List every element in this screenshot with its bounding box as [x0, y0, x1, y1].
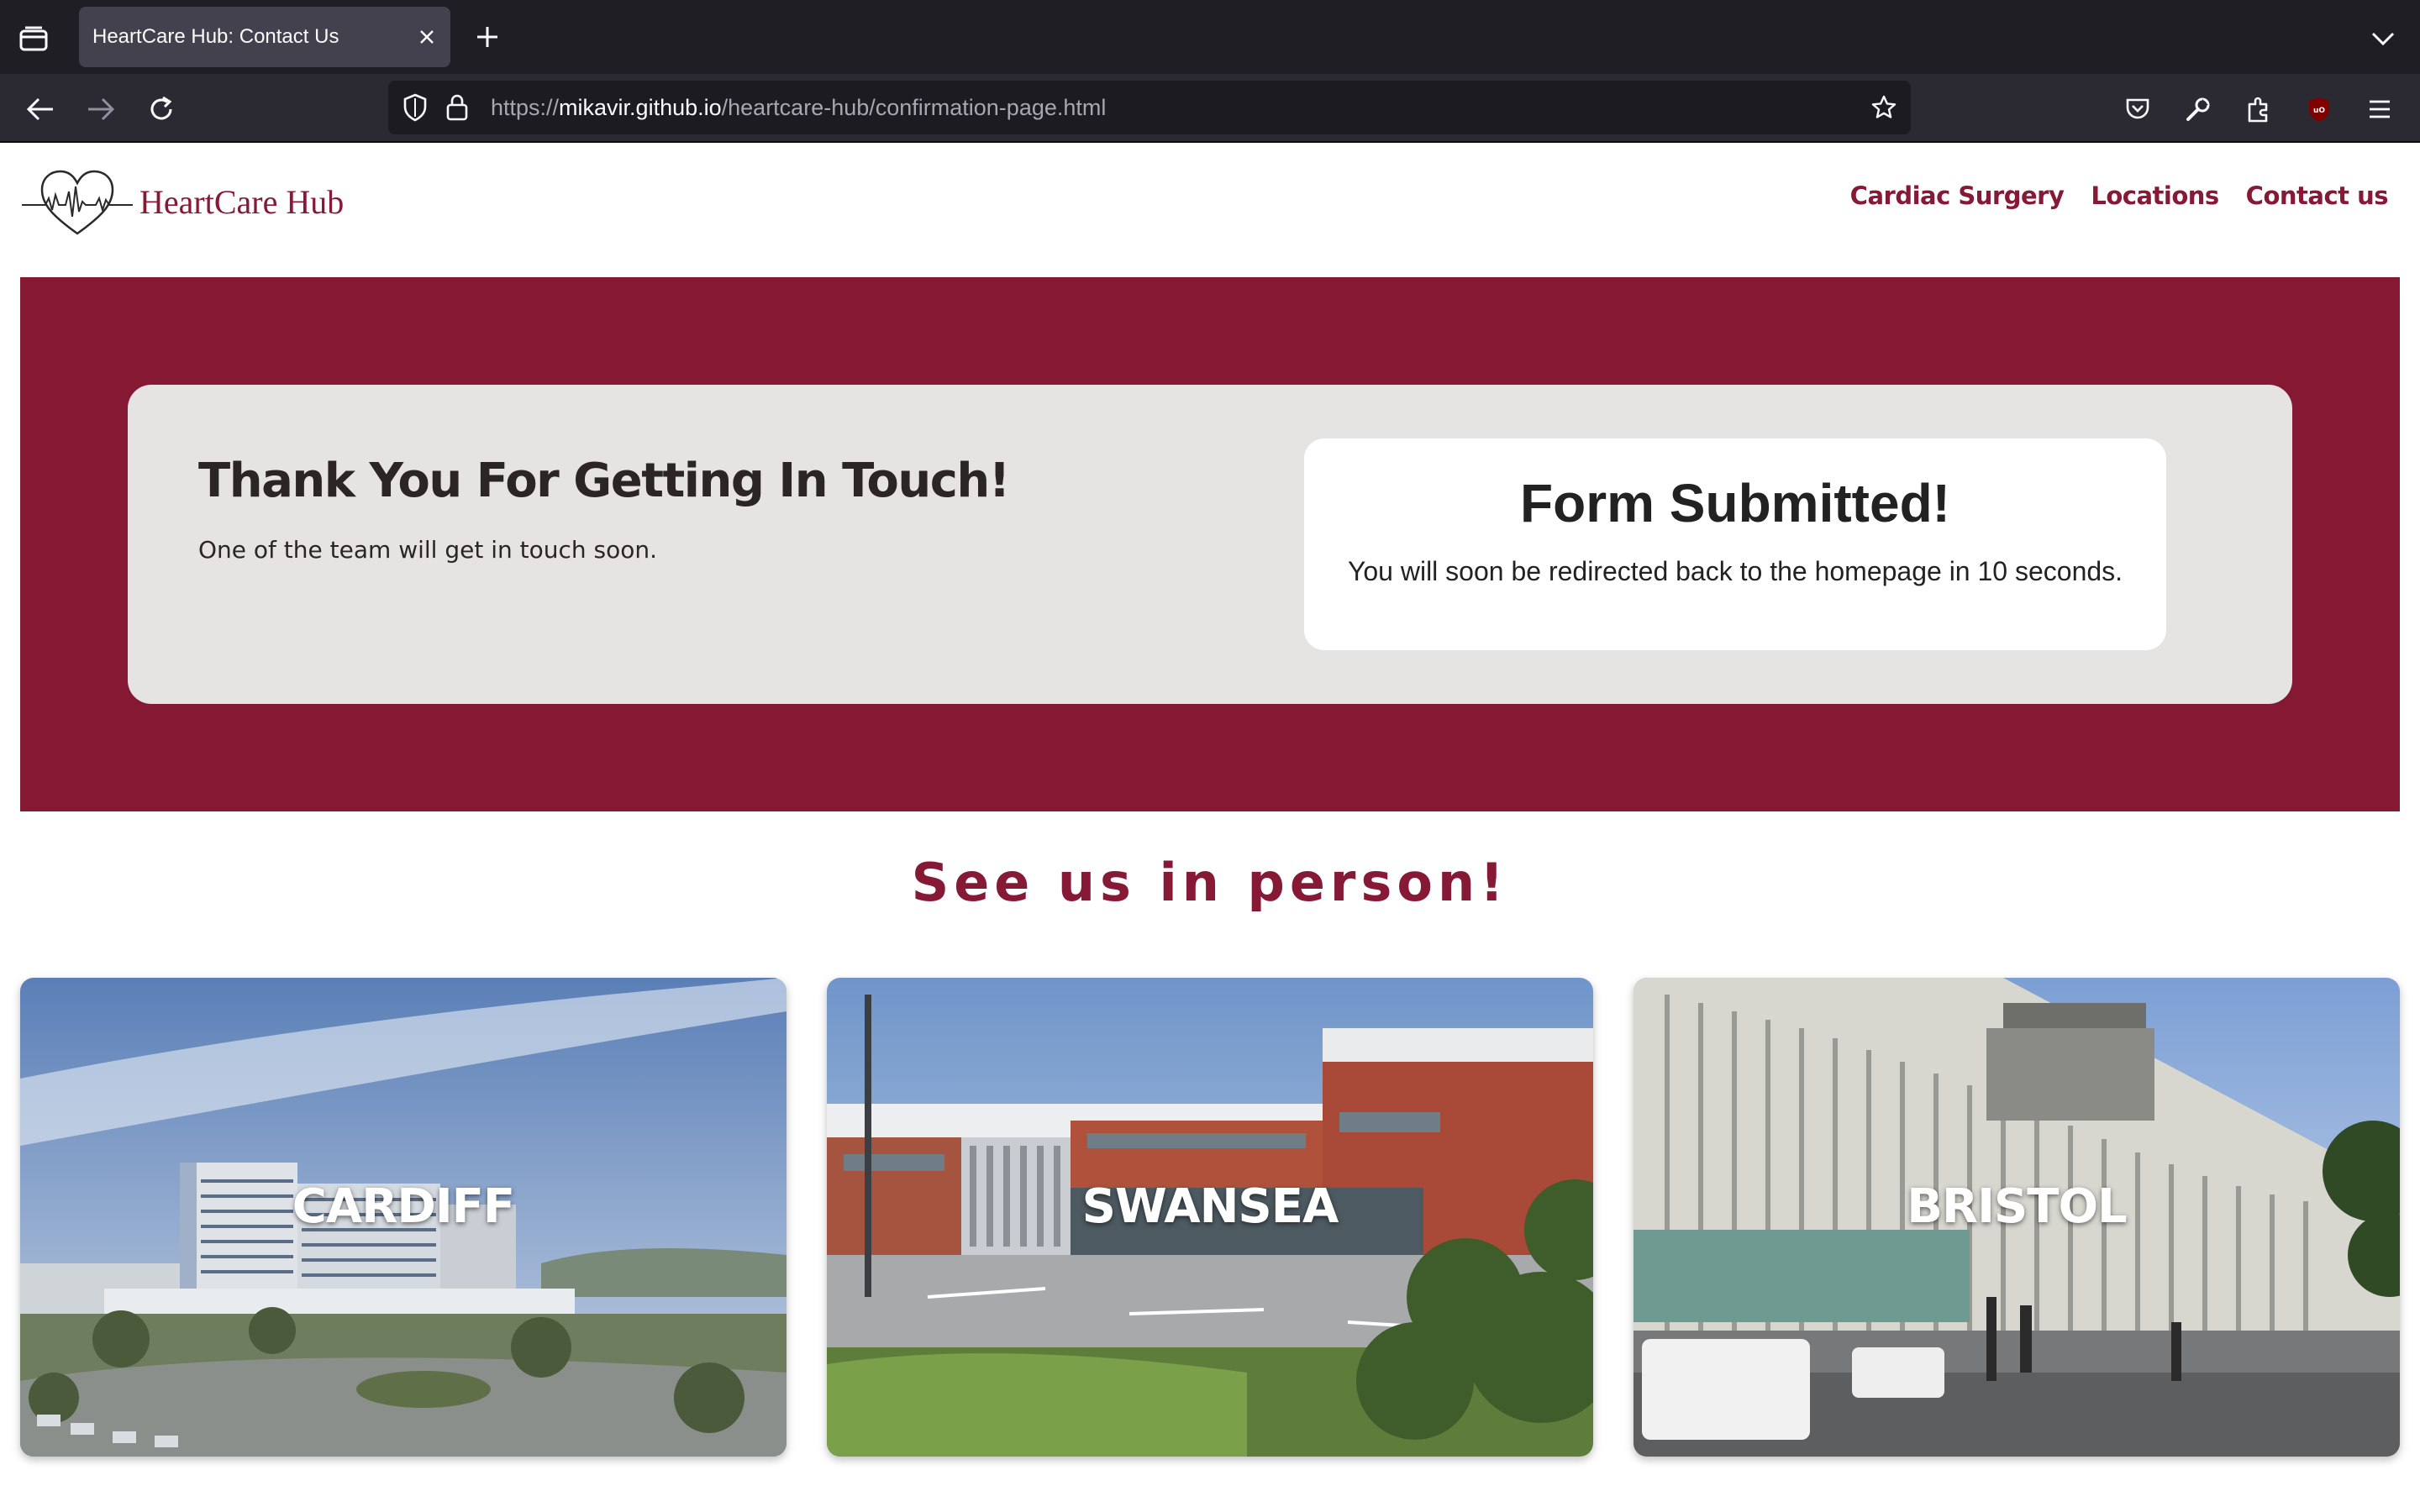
url-scheme: https:// [491, 95, 560, 120]
site-logo[interactable]: HeartCare Hub [20, 161, 356, 242]
forward-arrow-icon[interactable] [81, 89, 121, 129]
wrench-icon[interactable] [2178, 89, 2218, 129]
address-bar[interactable]: https://mikavir.github.io/heartcare-hub/… [388, 81, 1911, 134]
nav-cardiac-surgery[interactable]: Cardiac Surgery [1850, 181, 2065, 210]
site-header: HeartCare Hub Cardiac Surgery Locations … [0, 143, 2420, 277]
extensions-icon[interactable] [2238, 89, 2279, 129]
ublock-shield-icon[interactable]: uO [2299, 89, 2339, 129]
nav-contact-us[interactable]: Contact us [2246, 181, 2389, 210]
site-nav: Cardiac Surgery Locations Contact us [1850, 181, 2389, 210]
form-submitted-title: Form Submitted! [1520, 473, 1950, 533]
heart-ecg-logo-icon [22, 170, 133, 235]
pocket-icon[interactable] [2118, 89, 2158, 129]
location-name-swansea: SWANSEA [1081, 1179, 1339, 1234]
back-arrow-icon[interactable] [20, 89, 60, 129]
url-host: mikavir.github.io [559, 95, 722, 120]
menu-hamburger-icon[interactable] [2360, 89, 2400, 129]
tab-list-icon[interactable] [13, 20, 54, 57]
logo-text: HeartCare Hub [139, 182, 345, 221]
page-subtitle: One of the team will get in touch soon. [198, 536, 658, 564]
location-card-cardiff[interactable]: CARDIFF [20, 978, 786, 1457]
url-path: /heartcare-hub/confirmation-page.html [721, 95, 1107, 120]
tab-title: HeartCare Hub: Contact Us [92, 25, 339, 48]
location-name-bristol: BRISTOL [1907, 1179, 2127, 1234]
close-icon[interactable] [415, 25, 439, 49]
browser-tab-bar: HeartCare Hub: Contact Us [0, 0, 2420, 74]
redirect-message: You will soon be redirected back to the … [1347, 556, 2123, 586]
svg-text:uO: uO [2313, 107, 2325, 115]
url-text[interactable]: https://mikavir.github.io/heartcare-hub/… [491, 81, 1106, 134]
chevron-down-icon[interactable] [2366, 22, 2400, 55]
form-submitted-box: Form Submitted! You will soon be redirec… [1304, 438, 2166, 650]
lock-icon[interactable] [440, 91, 474, 124]
location-name-cardiff: CARDIFF [292, 1179, 515, 1234]
hero-banner: Thank You For Getting In Touch! One of t… [20, 277, 2400, 811]
shield-icon[interactable] [398, 91, 432, 124]
location-card-swansea[interactable]: SWANSEA [827, 978, 1593, 1457]
locations-heading: See us in person! [911, 852, 1509, 913]
confirmation-card: Thank You For Getting In Touch! One of t… [128, 385, 2292, 704]
reload-icon[interactable] [141, 89, 182, 129]
active-tab[interactable]: HeartCare Hub: Contact Us [79, 7, 450, 67]
browser-toolbar: https://mikavir.github.io/heartcare-hub/… [0, 74, 2420, 143]
bookmark-star-icon[interactable] [1867, 91, 1901, 124]
web-page: HeartCare Hub Cardiac Surgery Locations … [0, 143, 2420, 1512]
location-card-bristol[interactable]: BRISTOL [1634, 978, 2400, 1457]
new-tab-icon[interactable] [471, 20, 504, 54]
nav-locations[interactable]: Locations [2091, 181, 2219, 210]
page-title: Thank You For Getting In Touch! [198, 454, 1010, 508]
